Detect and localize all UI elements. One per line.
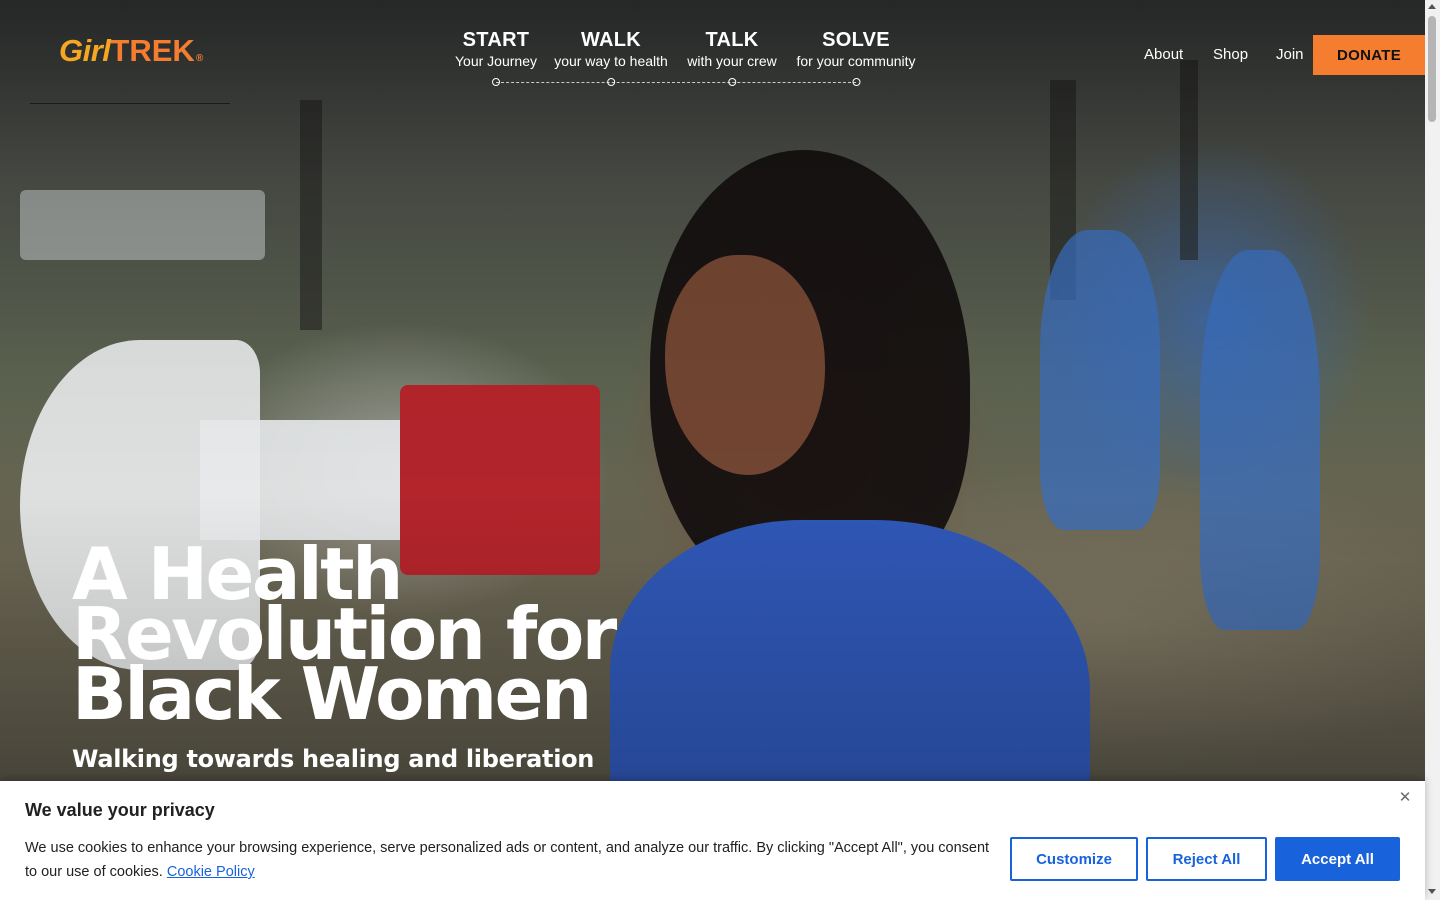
girltrek-logo[interactable]: GirlTREK® (59, 33, 203, 69)
step-solve-dot-icon (851, 78, 860, 86)
steps-dashed-track (496, 82, 856, 83)
journey-steps-nav: START Your Journey WALK your way to heal… (440, 28, 935, 90)
step-walk-subtitle: your way to health (554, 53, 668, 69)
reject-all-button[interactable]: Reject All (1146, 837, 1267, 881)
donate-button[interactable]: DONATE (1313, 35, 1425, 75)
hero-headline-line-3: Black Women (72, 652, 592, 736)
page-scrollbar[interactable] (1425, 0, 1440, 900)
step-start-title: START (462, 29, 530, 51)
step-solve-title: SOLVE (822, 29, 890, 51)
cookie-consent-banner: We value your privacy We use cookies to … (0, 781, 1425, 900)
step-solve[interactable]: SOLVE for your community (796, 28, 916, 86)
step-start-dot-icon (491, 78, 500, 86)
nav-join-link[interactable]: Join (1276, 46, 1304, 63)
logo-girl-text: Girl (59, 33, 111, 68)
hero-subheadline: Walking towards healing and liberation (72, 745, 595, 773)
scroll-down-arrow-icon[interactable] (1428, 889, 1436, 894)
close-icon[interactable]: ✕ (1396, 789, 1414, 807)
step-talk-subtitle: with your crew (687, 53, 777, 69)
step-talk-title: TALK (705, 29, 759, 51)
step-start-subtitle: Your Journey (455, 53, 537, 69)
step-solve-subtitle: for your community (796, 53, 916, 69)
nav-shop-link[interactable]: Shop (1213, 46, 1248, 63)
logo-registered-mark: ® (195, 53, 203, 64)
cookie-description: We use cookies to enhance your browsing … (25, 836, 990, 884)
customize-button[interactable]: Customize (1010, 837, 1138, 881)
nav-about-link[interactable]: About (1144, 46, 1183, 63)
logo-underline (30, 103, 230, 104)
scrollbar-thumb[interactable] (1428, 16, 1436, 122)
step-walk-title: WALK (580, 29, 642, 51)
scroll-up-arrow-icon[interactable] (1428, 4, 1436, 9)
cookie-policy-link[interactable]: Cookie Policy (167, 864, 255, 880)
step-talk-dot-icon (728, 78, 736, 86)
step-start[interactable]: START Your Journey (455, 28, 537, 86)
logo-trek-text: TREK (110, 33, 195, 68)
accept-all-button[interactable]: Accept All (1275, 837, 1400, 881)
step-talk[interactable]: TALK with your crew (687, 28, 777, 86)
hero-headline: A Health Revolution for Black Women (72, 538, 672, 730)
step-walk-dot-icon (607, 78, 615, 86)
step-walk[interactable]: WALK your way to health (554, 28, 668, 86)
cookie-title: We value your privacy (25, 800, 215, 820)
